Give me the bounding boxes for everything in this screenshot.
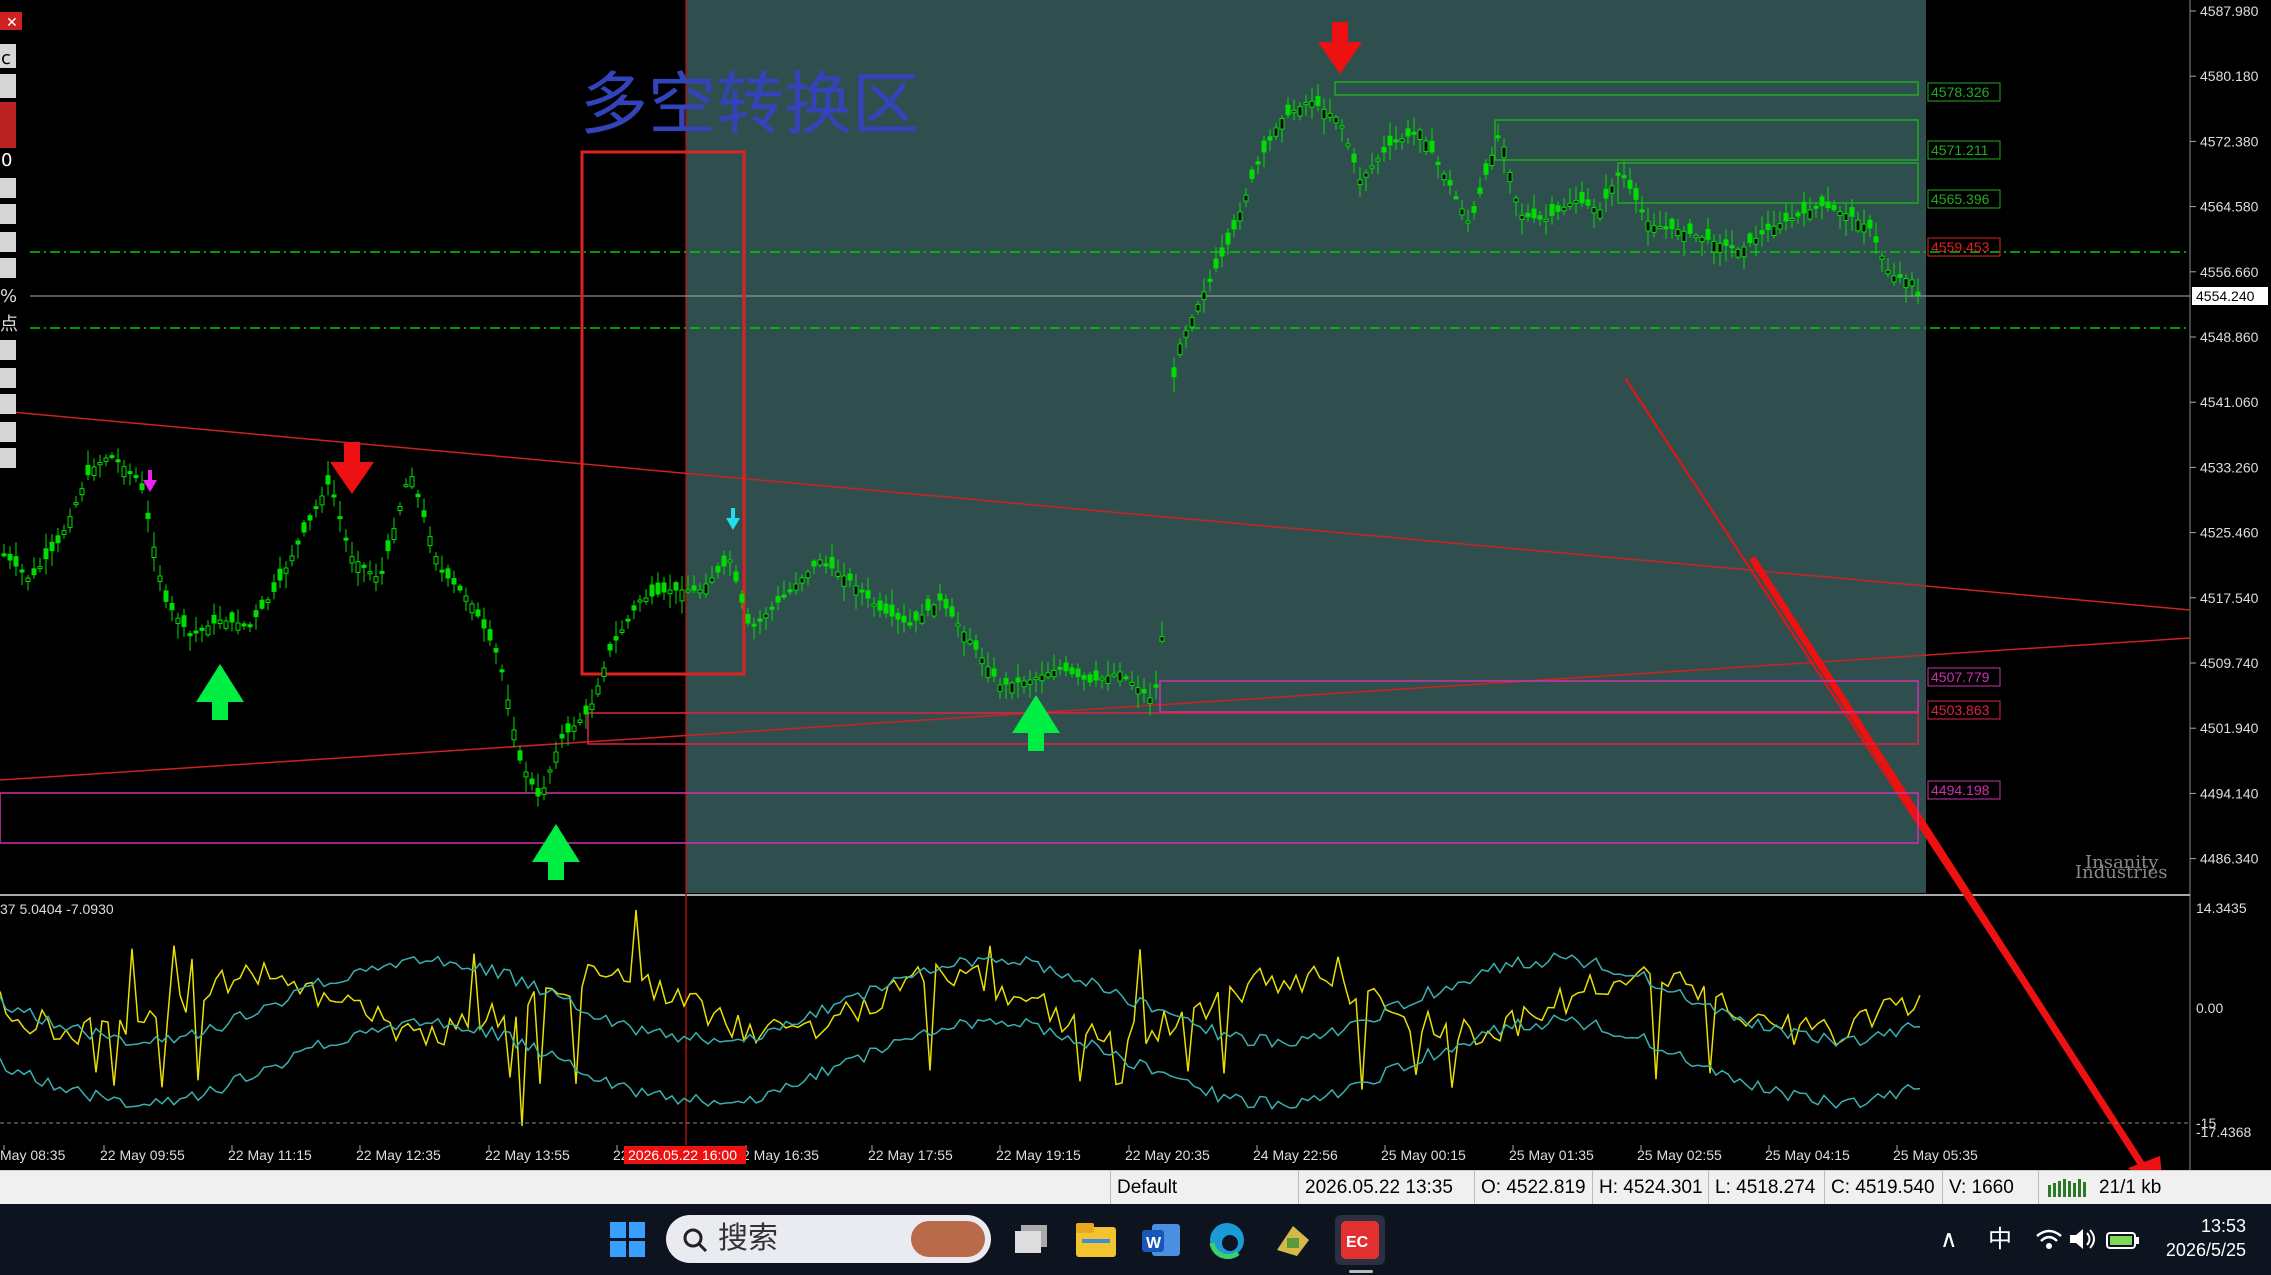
time-label: 22 May 19:15 [996, 1147, 1081, 1163]
status-open: O: 4522.819 [1474, 1171, 1594, 1205]
time-label: 24 May 22:56 [1253, 1147, 1338, 1163]
connection-bars-icon [2048, 1179, 2088, 1197]
time-label: 22 May 17:55 [868, 1147, 953, 1163]
active-indicator [1349, 1270, 1373, 1273]
level-tag: 4571.211 [1931, 142, 1989, 158]
time-label: 25 May 04:15 [1765, 1147, 1850, 1163]
time-label: 2 May 16:35 [742, 1147, 819, 1163]
osc-scale-label: -17.4368 [2196, 1124, 2251, 1140]
edge-browser-icon[interactable] [1202, 1215, 1252, 1265]
close-icon[interactable]: ✕ [6, 15, 18, 31]
price-label: 4486.340 [2200, 851, 2259, 867]
search-highlight-icon [911, 1221, 985, 1257]
price-label: 4509.740 [2200, 655, 2259, 671]
cursor-time-tag: 2026.05.22 16:00 [628, 1147, 737, 1163]
app-icon[interactable] [1268, 1215, 1318, 1265]
status-bar: Default 2026.05.22 13:35 O: 4522.819 H: … [0, 1170, 2271, 1205]
time-label: 25 May 01:35 [1509, 1147, 1594, 1163]
status-low: L: 4518.274 [1708, 1171, 1826, 1205]
search-placeholder: 搜索 [718, 1221, 778, 1256]
status-profile[interactable]: Default [1110, 1171, 1300, 1205]
price-chart[interactable]: 多空转换区 Insanity Industries 4587.9804580.1… [0, 0, 2271, 1275]
windows-start-icon[interactable] [603, 1215, 653, 1265]
left-panel-char: % [0, 286, 17, 307]
price-label: 4572.380 [2200, 133, 2259, 149]
price-label: 4517.540 [2200, 590, 2259, 606]
clock-time: 13:53 [2200, 1216, 2246, 1236]
price-label: 4587.980 [2200, 3, 2259, 19]
search-icon [683, 1228, 708, 1253]
word-icon[interactable]: W [1136, 1215, 1186, 1265]
time-label: 22 May 11:15 [228, 1147, 312, 1163]
file-explorer-icon[interactable] [1071, 1215, 1121, 1265]
status-close: C: 4519.540 [1824, 1171, 1944, 1205]
osc-scale-label: 0.00 [2196, 1000, 2223, 1016]
time-label: 22 May 09:55 [100, 1147, 185, 1163]
osc-scale-label: 14.3435 [2196, 900, 2247, 916]
price-label: 4525.460 [2200, 525, 2259, 541]
search-box[interactable]: 搜索 [666, 1215, 991, 1263]
level-tag: 4494.198 [1931, 782, 1990, 798]
level-tag: 4559.453 [1931, 239, 1990, 255]
status-datetime: 2026.05.22 13:35 [1298, 1171, 1476, 1205]
price-label: 4548.860 [2200, 329, 2259, 345]
task-view-icon[interactable] [1006, 1215, 1056, 1265]
price-label: 4494.140 [2200, 785, 2259, 801]
time-label: 25 May 00:15 [1381, 1147, 1466, 1163]
level-tag: 4578.326 [1931, 84, 1990, 100]
current-price-tag: 4554.240 [2196, 288, 2255, 304]
level-tag: 4503.863 [1931, 702, 1990, 718]
svg-text:EC: EC [1346, 1234, 1369, 1251]
watermark-line2: Industries [2075, 862, 2168, 883]
time-label: 22 May 13:55 [485, 1147, 570, 1163]
left-panel-char: 0 [1, 150, 12, 171]
price-label: 4541.060 [2200, 394, 2259, 410]
osc-header: 37 5.0404 -7.0930 [0, 901, 114, 917]
time-label: 22 May 20:35 [1125, 1147, 1210, 1163]
price-label: 4501.940 [2200, 720, 2259, 736]
wifi-icon[interactable] [2036, 1228, 2062, 1254]
time-label: 25 May 02:55 [1637, 1147, 1722, 1163]
level-tag: 4507.779 [1931, 669, 1990, 685]
left-panel-char: c [1, 48, 11, 69]
tray-chevron-icon[interactable]: ∧ [1940, 1204, 1958, 1275]
time-label: 25 May 05:35 [1893, 1147, 1978, 1163]
taskbar: 搜索 W EC ∧ 中 13:53 2026/5/25 [0, 1204, 2271, 1275]
ec-app-icon[interactable]: EC [1335, 1215, 1385, 1265]
time-label: May 08:35 [0, 1147, 66, 1163]
volume-icon[interactable] [2070, 1228, 2098, 1254]
price-label: 4564.580 [2200, 199, 2259, 215]
price-label: 4556.660 [2200, 264, 2259, 280]
ime-indicator[interactable]: 中 [1988, 1204, 2012, 1275]
svg-text:W: W [1146, 1235, 1162, 1252]
zone-label: 多空转换区 [580, 66, 920, 145]
status-volume: V: 1660 [1942, 1171, 2040, 1205]
price-label: 4580.180 [2200, 68, 2259, 84]
left-panel-char: 点 [0, 314, 18, 335]
status-high: H: 4524.301 [1592, 1171, 1710, 1205]
battery-icon[interactable] [2106, 1230, 2140, 1254]
price-label: 4533.260 [2200, 459, 2259, 475]
level-tag: 4565.396 [1931, 191, 1990, 207]
clock[interactable]: 13:53 2026/5/25 [2166, 1214, 2246, 1262]
clock-date: 2026/5/25 [2165, 1240, 2246, 1260]
time-label: 22 May 12:35 [356, 1147, 441, 1163]
